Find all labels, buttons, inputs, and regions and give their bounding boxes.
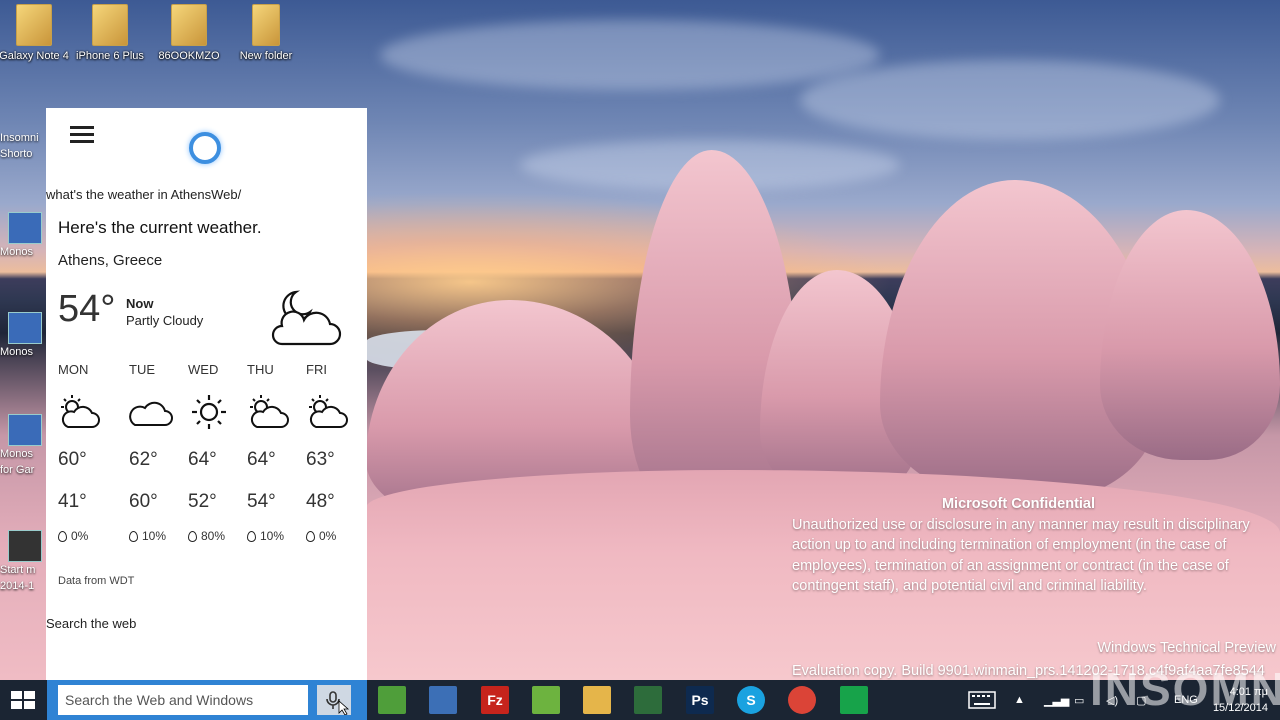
image-folder-icon bbox=[16, 4, 52, 46]
image-folder-icon bbox=[92, 4, 128, 46]
image-folder-icon bbox=[171, 4, 207, 46]
desktop-icon-new-folder[interactable]: New folder bbox=[226, 4, 306, 62]
confidential-title: Microsoft Confidential bbox=[941, 496, 1096, 512]
raindrop-icon bbox=[306, 531, 315, 543]
desktop-icon-monos-games[interactable]: Monos for Gar bbox=[0, 414, 42, 478]
cortana-icon bbox=[189, 132, 221, 164]
network-icon[interactable] bbox=[429, 686, 457, 714]
sun-icon bbox=[188, 393, 238, 433]
chrome-icon[interactable] bbox=[788, 686, 816, 714]
forecast-day-mon: MON 60° 41° 0% bbox=[58, 362, 108, 543]
desktop-icon-start-menu[interactable]: Start m 2014-1 bbox=[0, 530, 42, 594]
current-temperature: 54° bbox=[58, 288, 116, 330]
product-watermark: Windows Technical Preview bbox=[1097, 640, 1276, 656]
site-watermark: INSOMNIA bbox=[1090, 663, 1280, 715]
confidential-body: Unauthorized use or disclosure in any ma… bbox=[792, 516, 1250, 595]
raindrop-icon bbox=[247, 531, 256, 543]
desktop-icon-86ookmzo[interactable]: 86OOKMZO bbox=[149, 4, 229, 62]
cortana-panel: what's the weather in AthensWeb/ Here's … bbox=[46, 108, 367, 680]
desktop-icon-monos-2[interactable]: Monos bbox=[0, 312, 42, 360]
moon-cloud-icon bbox=[268, 286, 344, 355]
partly-sunny-icon bbox=[247, 393, 297, 433]
app-shortcut-icon bbox=[8, 414, 42, 446]
video-file-icon bbox=[8, 530, 42, 562]
filezilla-icon[interactable]: Fz bbox=[481, 686, 509, 714]
search-query: what's the weather in AthensWeb/ bbox=[46, 187, 242, 202]
store-icon[interactable] bbox=[840, 686, 868, 714]
forecast-day-tue: TUE 62° 60° 10% bbox=[129, 362, 179, 543]
raindrop-icon bbox=[58, 531, 67, 543]
search-the-web-link[interactable]: Search the web bbox=[46, 616, 136, 631]
data-source-link[interactable]: Data from WDT bbox=[58, 575, 134, 587]
battery-icon[interactable]: ▭ bbox=[1074, 680, 1084, 720]
app-shortcut-icon bbox=[8, 212, 42, 244]
forecast-day-fri: FRI 63° 48° 0% bbox=[306, 362, 356, 543]
file-explorer-icon[interactable] bbox=[583, 686, 611, 714]
raindrop-icon bbox=[188, 531, 197, 543]
weather-location: Athens, Greece bbox=[58, 252, 163, 269]
taskbar: Fz Ps S ▲ ▁▃▅ ▭ ◁) ▢ ENG 4:01 πμ 15/12/2… bbox=[0, 680, 1280, 720]
app-shortcut-icon bbox=[8, 312, 42, 344]
desktop-icon-monos-1[interactable]: Monos bbox=[0, 212, 42, 260]
windows-logo-icon bbox=[11, 691, 37, 709]
touch-keyboard-icon[interactable] bbox=[968, 680, 996, 720]
raindrop-icon bbox=[129, 531, 138, 543]
microphone-icon bbox=[326, 691, 350, 716]
desktop-icon-iphone-6-plus[interactable]: iPhone 6 Plus bbox=[70, 4, 150, 62]
forecast-day-thu: THU 64° 54° 10% bbox=[247, 362, 297, 543]
forecast-day-wed: WED 64° 52° 80% bbox=[188, 362, 238, 543]
start-button[interactable] bbox=[0, 680, 46, 720]
confidential-notice: Microsoft Confidential Unauthorized use … bbox=[792, 494, 1280, 597]
network-signal-icon[interactable]: ▁▃▅ bbox=[1044, 680, 1069, 720]
photoshop-icon[interactable]: Ps bbox=[686, 686, 714, 714]
folder-icon bbox=[252, 4, 280, 46]
cloud-icon bbox=[129, 393, 179, 433]
partly-sunny-icon bbox=[58, 393, 108, 433]
desktop-icon-insomnia-shortcut[interactable]: Insomni Shorto bbox=[0, 130, 39, 162]
taskbar-search bbox=[47, 680, 367, 720]
notebook-menu-icon[interactable] bbox=[70, 126, 94, 144]
show-hidden-icons-icon[interactable]: ▲ bbox=[1014, 680, 1025, 720]
current-condition: Partly Cloudy bbox=[126, 313, 204, 328]
desktop-icon-galaxy-note-4[interactable]: Galaxy Note 4 bbox=[0, 4, 74, 62]
current-label: Now bbox=[126, 296, 154, 311]
partly-sunny-icon bbox=[306, 393, 356, 433]
search-input[interactable] bbox=[58, 685, 308, 715]
skype-icon[interactable]: S bbox=[737, 686, 765, 714]
microphone-button[interactable] bbox=[317, 685, 351, 716]
cortana-answer: Here's the current weather. bbox=[58, 218, 262, 237]
video-app-icon[interactable] bbox=[634, 686, 662, 714]
evernote-icon[interactable] bbox=[378, 686, 406, 714]
spotify-icon[interactable] bbox=[532, 686, 560, 714]
